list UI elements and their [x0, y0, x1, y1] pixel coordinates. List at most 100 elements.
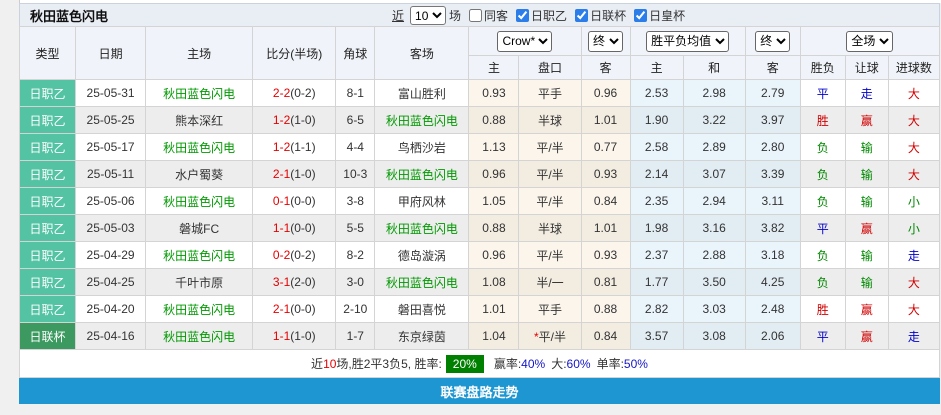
result-cell: 平: [799, 322, 846, 350]
filter-checkbox-label: 日皇杯: [649, 9, 686, 23]
away-team: 秋田蓝色闪电: [374, 106, 470, 134]
home-team: 秋田蓝色闪电: [145, 241, 254, 269]
odds-company-select[interactable]: Crow*: [497, 30, 553, 52]
big-value: 60%: [566, 356, 591, 371]
league-trend-button[interactable]: 联赛盘路走势: [19, 378, 940, 404]
away-team: 富山胜利: [374, 79, 470, 107]
league-badge: 日职乙: [18, 160, 77, 188]
eu-home-odds: 2.53: [629, 79, 684, 107]
score-cell: 1-2(1-1): [252, 133, 337, 161]
eu-home-odds: 1.77: [629, 268, 684, 296]
date-cell: 25-04-16: [75, 322, 147, 350]
asia-away-odds: 0.81: [580, 268, 631, 296]
corner-cell: 4-4: [335, 133, 376, 161]
result-cell: 胜: [799, 106, 846, 134]
filter-checkbox[interactable]: [469, 9, 483, 22]
europe-odds-time-select[interactable]: 终: [755, 30, 791, 52]
corner-cell: 10-3: [335, 160, 376, 188]
col-let-ball: 让球: [844, 55, 889, 80]
handicap-result-cell: 输: [844, 160, 889, 188]
handicap-result-cell: 输: [844, 241, 889, 269]
handicap-result-cell: 赢: [844, 106, 889, 134]
col-eu-away: 客: [744, 55, 801, 80]
col-eu-home: 主: [629, 55, 684, 80]
date-cell: 25-05-25: [75, 106, 147, 134]
asia-home-odds: 1.05: [468, 187, 520, 215]
eu-home-odds: 2.35: [629, 187, 684, 215]
league-badge: 日职乙: [18, 241, 77, 269]
asia-away-odds: 0.93: [580, 241, 631, 269]
handicap-cell: 平手: [518, 295, 582, 323]
eu-draw-odds: 3.03: [682, 295, 746, 323]
eu-away-odds: 2.79: [744, 79, 801, 107]
col-corner: 角球: [335, 26, 376, 80]
goals-cell: 大: [887, 79, 941, 107]
date-cell: 25-04-29: [75, 241, 147, 269]
handicap-cell: 平手: [518, 79, 582, 107]
goals-cell: 大: [887, 160, 941, 188]
date-cell: 25-05-17: [75, 133, 147, 161]
corner-cell: 8-2: [335, 241, 376, 269]
recent-count-select[interactable]: 10: [410, 6, 447, 25]
result-cell: 胜: [799, 295, 846, 323]
goals-cell: 走: [887, 322, 941, 350]
corner-cell: 3-0: [335, 268, 376, 296]
filter-checkbox[interactable]: [634, 9, 648, 22]
filter-checkbox[interactable]: [516, 9, 530, 22]
asia-away-odds: 0.84: [580, 187, 631, 215]
handicap-cell: 半球: [518, 106, 582, 134]
match-history-table: 类型 日期 主场 比分(半场) 角球 客场 Crow* 终 胜平负均值 终 全场…: [18, 26, 941, 350]
result-cell: 负: [799, 160, 846, 188]
home-team: 秋田蓝色闪电: [145, 295, 254, 323]
goals-cell: 小: [887, 214, 941, 242]
eu-draw-odds: 2.89: [682, 133, 746, 161]
league-badge: 日职乙: [18, 214, 77, 242]
filter-checkbox[interactable]: [575, 9, 589, 22]
eu-draw-odds: 2.98: [682, 79, 746, 107]
eu-away-odds: 2.48: [744, 295, 801, 323]
col-result: 胜负: [799, 55, 846, 80]
asia-away-odds: 0.96: [580, 79, 631, 107]
match-scope-select[interactable]: 全场: [846, 30, 894, 52]
col-eu-draw: 和: [682, 55, 746, 80]
summary-mid: 场,胜2平3负5, 胜率:: [336, 357, 442, 371]
col-asia-home: 主: [468, 55, 520, 80]
corner-cell: 6-5: [335, 106, 376, 134]
filter-controls: 近 10 场 同客 日职乙 日联杯 日皇杯: [392, 4, 685, 27]
score-cell: 2-1(0-0): [252, 295, 337, 323]
handicap-cell: 平/半: [518, 133, 582, 161]
eu-away-odds: 3.97: [744, 106, 801, 134]
home-team: 秋田蓝色闪电: [145, 79, 254, 107]
win-rate-badge: 20%: [445, 354, 484, 373]
europe-odds-select[interactable]: 胜平负均值: [646, 30, 730, 52]
corner-cell: 5-5: [335, 214, 376, 242]
asia-odds-time-select[interactable]: 终: [588, 30, 624, 52]
eu-draw-odds: 2.94: [682, 187, 746, 215]
eu-home-odds: 3.57: [629, 322, 684, 350]
score-cell: 2-2(0-2): [252, 79, 337, 107]
recent-link[interactable]: 近: [392, 7, 404, 24]
goals-cell: 大: [887, 106, 941, 134]
away-team: 秋田蓝色闪电: [374, 214, 470, 242]
goals-cell: 大: [887, 268, 941, 296]
handicap-result-cell: 走: [844, 79, 889, 107]
handicap-cell: 半/一: [518, 268, 582, 296]
filter-checkbox-label: 同客: [484, 9, 509, 23]
eu-away-odds: 3.82: [744, 214, 801, 242]
match-row: 日职乙 25-04-25 千叶市原 3-1(2-0) 3-0 秋田蓝色闪电 1.08 半/一 0…: [18, 268, 941, 296]
col-home: 主场: [145, 26, 254, 80]
away-team: 磐田喜悦: [374, 295, 470, 323]
match-row: 日联杯 25-04-16 秋田蓝色闪电 1-1(1-0) 1-7 东京绿茵 1.04 *平/半…: [18, 322, 941, 350]
league-badge: 日职乙: [18, 295, 77, 323]
home-team: 千叶市原: [145, 268, 254, 296]
asia-home-odds: 1.13: [468, 133, 520, 161]
panel-title-bar: 秋田蓝色闪电 近 10 场 同客 日职乙 日联杯 日皇杯: [19, 3, 940, 26]
away-team: 秋田蓝色闪电: [374, 268, 470, 296]
eu-away-odds: 3.39: [744, 160, 801, 188]
asia-home-odds: 0.88: [468, 214, 520, 242]
col-asia-away: 客: [580, 55, 631, 80]
result-cell: 负: [799, 241, 846, 269]
single-value: 50%: [623, 356, 648, 371]
col-goals: 进球数: [887, 55, 941, 80]
match-row: 日职乙 25-05-11 水户蜀葵 2-1(1-0) 10-3 秋田蓝色闪电 0.96 平/半…: [18, 160, 941, 188]
